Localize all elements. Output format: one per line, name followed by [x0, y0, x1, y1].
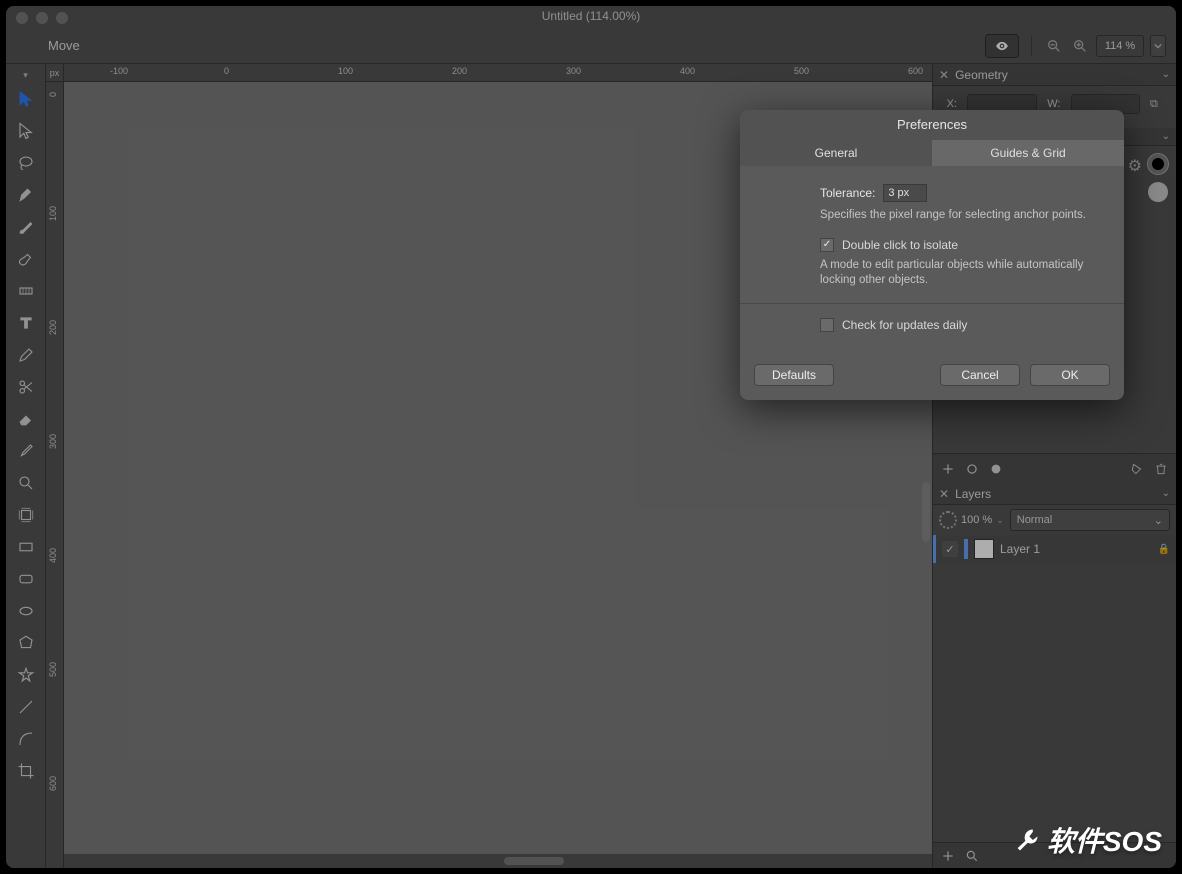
rounded-rect-tool[interactable] — [11, 564, 41, 594]
ruler-unit-label[interactable]: px — [46, 64, 64, 82]
toolbar-dropdown-icon[interactable]: ▾ — [6, 68, 46, 82]
circle-icon[interactable] — [989, 462, 1003, 476]
chevron-down-icon: ⌄ — [1154, 514, 1163, 527]
gradient-tool[interactable] — [11, 276, 41, 306]
horizontal-scrollbar[interactable] — [64, 854, 932, 868]
type-tool[interactable] — [11, 308, 41, 338]
close-icon[interactable]: ✕ — [939, 487, 949, 501]
logo-icon — [1013, 826, 1041, 854]
artboard-tool[interactable] — [11, 500, 41, 530]
zoom-out-button[interactable] — [1044, 36, 1064, 56]
layer-name[interactable]: Layer 1 — [1000, 542, 1152, 556]
updates-label: Check for updates daily — [842, 318, 967, 332]
arc-tool[interactable] — [11, 724, 41, 754]
direct-select-tool[interactable] — [11, 116, 41, 146]
fill-color[interactable] — [1148, 182, 1168, 202]
chevron-down-icon[interactable]: ⌄ — [1162, 488, 1170, 499]
layers-title: Layers — [955, 487, 991, 501]
star-tool[interactable] — [11, 660, 41, 690]
appearance-footer — [933, 453, 1176, 483]
horizontal-ruler[interactable]: -100 0 100 200 300 400 500 600 — [64, 64, 932, 82]
options-bar: Move 114 % — [6, 28, 1176, 64]
isolate-label: Double click to isolate — [842, 238, 958, 252]
close-icon[interactable]: ✕ — [939, 68, 949, 82]
layers-header[interactable]: ✕ Layers ⌄ — [933, 483, 1176, 505]
blend-mode-label: Normal — [1017, 514, 1052, 526]
isolate-checkbox[interactable] — [820, 238, 834, 252]
layers-list: ✓ Layer 1 🔒 — [933, 535, 1176, 842]
tolerance-description: Specifies the pixel range for selecting … — [820, 208, 1100, 224]
cancel-button[interactable]: Cancel — [940, 364, 1020, 386]
brush-tool[interactable] — [11, 212, 41, 242]
isolate-description: A mode to edit particular objects while … — [820, 258, 1100, 289]
move-tool[interactable] — [11, 84, 41, 114]
layer-thumbnail — [974, 539, 994, 559]
geometry-header[interactable]: ✕ Geometry ⌄ — [933, 64, 1176, 86]
preferences-dialog: Preferences General Guides & Grid Tolera… — [740, 110, 1124, 400]
chevron-down-icon[interactable]: ⌄ — [1162, 131, 1170, 142]
updates-checkbox[interactable] — [820, 318, 834, 332]
modal-tabs: General Guides & Grid — [740, 140, 1124, 166]
bucket-icon[interactable] — [1130, 462, 1144, 476]
window-title: Untitled (114.00%) — [6, 9, 1176, 23]
ring-icon[interactable] — [965, 462, 979, 476]
opacity-icon — [939, 511, 957, 529]
polygon-tool[interactable] — [11, 628, 41, 658]
search-icon[interactable] — [965, 849, 979, 863]
ok-button[interactable]: OK — [1030, 364, 1110, 386]
blob-brush-tool[interactable] — [11, 244, 41, 274]
add-layer-icon[interactable] — [941, 849, 955, 863]
pen-tool[interactable] — [11, 180, 41, 210]
visibility-toggle[interactable]: ✓ — [942, 541, 958, 557]
titlebar: Untitled (114.00%) — [6, 6, 1176, 28]
gear-icon[interactable]: ⚙ — [1128, 156, 1142, 176]
zoom-tool[interactable] — [11, 468, 41, 498]
current-tool-label: Move — [48, 38, 80, 53]
tolerance-label: Tolerance: — [820, 186, 875, 200]
chevron-down-icon[interactable]: ⌄ — [1162, 69, 1170, 80]
zoom-in-button[interactable] — [1070, 36, 1090, 56]
line-tool[interactable] — [11, 692, 41, 722]
blend-mode-select[interactable]: Normal ⌄ — [1010, 509, 1170, 531]
x-label: X: — [943, 98, 957, 110]
eye-icon — [992, 39, 1012, 53]
add-icon[interactable] — [941, 462, 955, 476]
opacity-value[interactable]: 100 % — [961, 514, 992, 526]
modal-title: Preferences — [740, 110, 1124, 140]
zoom-level-field[interactable]: 114 % — [1096, 35, 1144, 57]
link-icon[interactable]: ⧉ — [1150, 98, 1166, 111]
tolerance-field[interactable]: 3 px — [883, 184, 927, 202]
watermark: 软件SOS — [1013, 820, 1162, 860]
eyedropper-tool[interactable] — [11, 436, 41, 466]
layer-row[interactable]: ✓ Layer 1 🔒 — [933, 535, 1176, 563]
trash-icon[interactable] — [1154, 462, 1168, 476]
layers-controls: 100 % ⌄ Normal ⌄ — [933, 505, 1176, 535]
tab-general[interactable]: General — [740, 140, 932, 166]
preview-button[interactable] — [985, 34, 1019, 58]
ellipse-tool[interactable] — [11, 596, 41, 626]
tool-palette: ▾ — [6, 64, 46, 868]
scissors-tool[interactable] — [11, 372, 41, 402]
pencil-tool[interactable] — [11, 340, 41, 370]
crop-tool[interactable] — [11, 756, 41, 786]
stroke-color[interactable] — [1148, 154, 1168, 174]
watermark-text: 软件SOS — [1047, 820, 1162, 860]
defaults-button[interactable]: Defaults — [754, 364, 834, 386]
rectangle-tool[interactable] — [11, 532, 41, 562]
lock-icon[interactable]: 🔒 — [1158, 544, 1170, 555]
geometry-title: Geometry — [955, 68, 1008, 82]
zoom-dropdown[interactable] — [1150, 35, 1166, 57]
eraser-tool[interactable] — [11, 404, 41, 434]
chevron-down-icon[interactable]: ⌄ — [996, 515, 1004, 526]
lasso-tool[interactable] — [11, 148, 41, 178]
vertical-ruler[interactable]: 0 100 200 300 400 500 600 — [46, 82, 64, 868]
w-label: W: — [1047, 98, 1061, 110]
tab-guides-grid[interactable]: Guides & Grid — [932, 140, 1124, 166]
